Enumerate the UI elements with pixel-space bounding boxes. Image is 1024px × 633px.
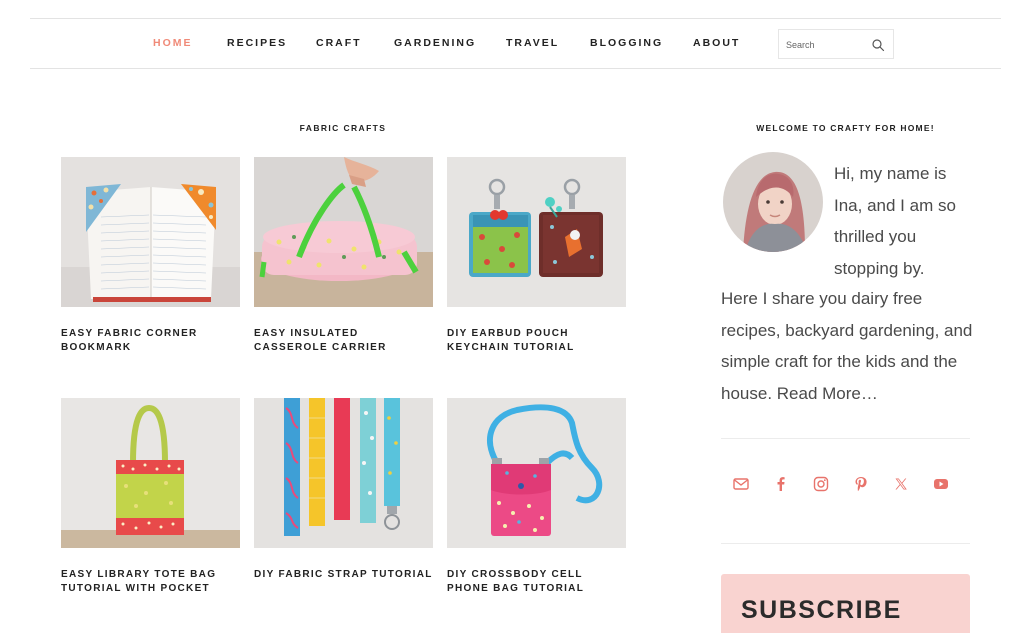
subscribe-box: SUBSCRIBE [721,574,970,633]
post-title[interactable]: DIY CROSSBODY CELL PHONE BAG TUTORIAL [447,568,626,596]
phone-bag-photo [447,398,626,548]
post-card[interactable]: DIY FABRIC STRAP TUTORIAL [254,398,433,582]
facebook-icon[interactable] [771,474,791,494]
youtube-icon[interactable] [931,474,951,494]
email-icon[interactable] [731,474,751,494]
intro-text-side: Hi, my name is Ina, and I am so thrilled… [834,164,956,278]
nav-item-recipes[interactable]: RECIPES [227,37,287,49]
magnifier-icon[interactable] [871,38,885,52]
read-more-link[interactable]: Read More… [777,384,878,403]
divider [721,438,970,439]
post-thumbnail[interactable] [254,398,433,548]
post-card[interactable]: DIY CROSSBODY CELL PHONE BAG TUTORIAL [447,398,626,596]
intro-text: Here I share you dairy free recipes, bac… [721,283,973,409]
post-title[interactable]: DIY FABRIC STRAP TUTORIAL [254,568,433,582]
post-card[interactable]: DIY EARBUD POUCH KEYCHAIN TUTORIAL [447,157,626,355]
nav-bar: HOME RECIPES CRAFT GARDENING TRAVEL BLOG… [30,19,1001,69]
main-navigation: HOME RECIPES CRAFT GARDENING TRAVEL BLOG… [30,18,1001,69]
post-thumbnail[interactable] [447,398,626,548]
earbud-pouch-photo [447,157,626,307]
nav-item-blogging[interactable]: BLOGGING [590,37,663,49]
post-thumbnail[interactable] [254,157,433,307]
post-thumbnail[interactable] [61,398,240,548]
post-title[interactable]: EASY INSULATED CASSEROLE CARRIER [254,327,433,355]
subscribe-title: SUBSCRIBE [741,596,902,624]
casserole-carrier-photo [254,157,433,307]
instagram-icon[interactable] [811,474,831,494]
fabric-straps-photo [254,398,433,548]
nav-item-home[interactable]: HOME [153,37,193,49]
nav-item-travel[interactable]: TRAVEL [506,37,559,49]
post-thumbnail[interactable] [447,157,626,307]
pinterest-icon[interactable] [851,474,871,494]
nav-item-gardening[interactable]: GARDENING [394,37,476,49]
section-title: FABRIC CRAFTS [299,123,387,133]
x-icon[interactable] [891,474,911,494]
divider [721,543,970,544]
nav-item-about[interactable]: ABOUT [693,37,740,49]
search-box [778,29,894,59]
post-title[interactable]: EASY FABRIC CORNER BOOKMARK [61,327,240,355]
post-thumbnail[interactable] [61,157,240,307]
notebook-photo [61,157,240,307]
nav-item-craft[interactable]: CRAFT [316,37,362,49]
post-title[interactable]: EASY LIBRARY TOTE BAG TUTORIAL WITH POCK… [61,568,240,596]
post-title[interactable]: DIY EARBUD POUCH KEYCHAIN TUTORIAL [447,327,626,355]
sidebar-welcome-title: WELCOME TO CRAFTY FOR HOME! [756,123,935,133]
avatar [723,152,823,252]
post-card[interactable]: EASY INSULATED CASSEROLE CARRIER [254,157,433,355]
social-links [731,474,961,494]
tote-bag-photo [61,398,240,548]
search-input[interactable] [786,37,866,53]
post-card[interactable]: EASY FABRIC CORNER BOOKMARK [61,157,240,355]
post-card[interactable]: EASY LIBRARY TOTE BAG TUTORIAL WITH POCK… [61,398,240,596]
